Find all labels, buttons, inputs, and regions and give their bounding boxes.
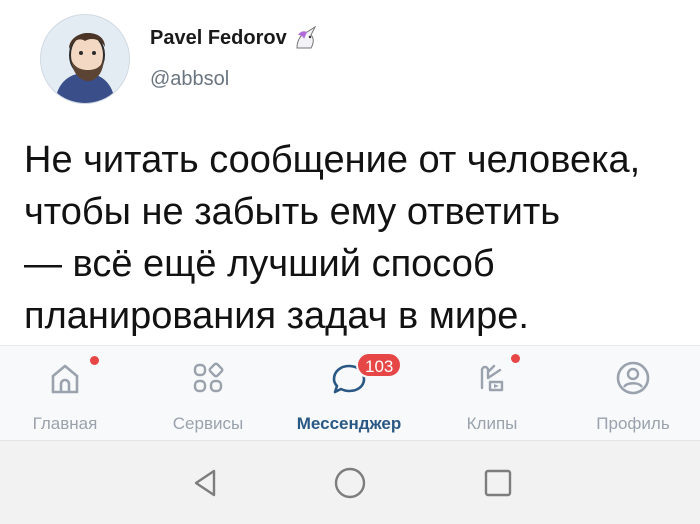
tab-clips-label: Клипы (466, 414, 518, 433)
author-handle[interactable]: @abbsol (150, 68, 229, 91)
tab-clips[interactable]: Клипы (427, 346, 557, 441)
tab-profile[interactable]: Профиль (568, 346, 698, 441)
tweet-text: Не читать сообщение от человека, чтобы н… (24, 139, 641, 337)
tab-profile-label: Профиль (596, 414, 670, 433)
author-name-text: Pavel Fedorov (150, 26, 287, 49)
home-icon (51, 364, 79, 394)
unicorn-emoji-icon (296, 26, 316, 49)
home-notification-dot (90, 356, 99, 365)
recents-square-icon[interactable] (478, 463, 518, 503)
clips-notification-dot (511, 354, 520, 363)
clips-icon (480, 364, 504, 392)
tab-messenger[interactable]: 103 Мессенджер (284, 346, 414, 441)
avatar-illustration-icon (41, 15, 129, 103)
tab-services-label: Сервисы (172, 414, 244, 433)
services-icon (193, 362, 224, 393)
tab-services[interactable]: Сервисы (143, 346, 273, 441)
messenger-unread-badge: 103 (356, 352, 403, 378)
profile-icon (616, 361, 650, 395)
android-navigation-bar (0, 440, 700, 524)
author-name[interactable]: Pavel Fedorov (150, 26, 319, 50)
tab-home-label: Главная (32, 414, 98, 433)
home-circle-icon[interactable] (330, 463, 370, 503)
bottom-tab-bar: Главная Сервисы 103 Мессенджер Клипы Про… (0, 345, 700, 441)
tab-messenger-label: Мессенджер (296, 414, 402, 433)
back-triangle-icon[interactable] (186, 463, 226, 503)
author-avatar[interactable] (40, 14, 130, 104)
tab-home[interactable]: Главная (0, 346, 130, 441)
tweet-card: Pavel Fedorov @abbsol Не читать сообщени… (0, 0, 700, 345)
